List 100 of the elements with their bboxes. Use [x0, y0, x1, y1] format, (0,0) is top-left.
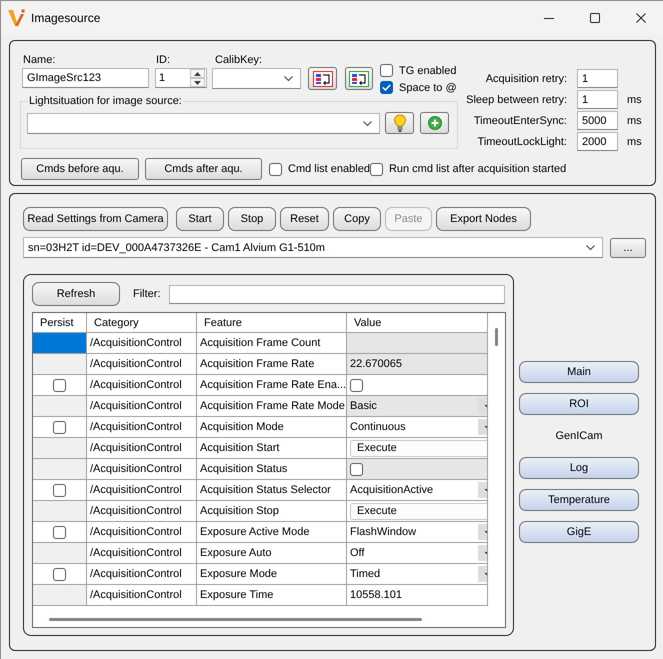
light-button[interactable]	[385, 112, 414, 134]
side-tab[interactable]: Log	[519, 457, 639, 479]
table-cell: /AcquisitionControl	[87, 543, 197, 564]
checkbox[interactable]	[380, 81, 393, 94]
table-cell: Acquisition Frame Rate Mode	[197, 396, 347, 417]
checkbox[interactable]	[370, 162, 383, 176]
checkbox[interactable]	[350, 378, 363, 392]
field-label: CalibKey:	[215, 53, 262, 67]
toolbar-button[interactable]: Read Settings from Camera	[23, 207, 168, 231]
side-tab[interactable]: GenICam	[555, 425, 603, 447]
cell-dropdown[interactable]: AcquisitionActive	[350, 480, 487, 500]
table-cell: Acquisition Stop	[197, 501, 347, 522]
checkbox[interactable]	[53, 526, 66, 538]
spin-down-button[interactable]	[190, 78, 205, 87]
cell-dropdown[interactable]: Basic	[350, 396, 487, 416]
light-situation-dropdown[interactable]	[27, 112, 380, 134]
triangle-up-icon	[194, 72, 201, 76]
scrollbar-thumb[interactable]	[49, 618, 422, 621]
checkbox[interactable]	[380, 64, 393, 77]
column-header: Category	[87, 313, 197, 333]
table-cell: Exposure Auto	[197, 543, 347, 564]
tiles-icon	[349, 70, 369, 86]
toolbar-button[interactable]: Stop	[228, 207, 276, 231]
calib-key-button[interactable]	[345, 67, 373, 90]
toolbar-button[interactable]: Reset	[280, 207, 329, 231]
table-cell: Exposure Active Mode	[197, 522, 347, 543]
checkbox-label[interactable]: Cmd list enabled	[288, 162, 370, 176]
field-label: Name:	[23, 53, 56, 67]
checkbox[interactable]	[53, 484, 66, 496]
toolbar-button[interactable]: Export Nodes	[436, 207, 531, 231]
command-button[interactable]: Cmds before aqu.	[21, 158, 139, 180]
setting-field[interactable]: 5000	[577, 111, 618, 130]
scrollbar-thumb[interactable]	[495, 328, 498, 346]
logo-icon	[8, 9, 26, 27]
chevron-down-icon	[284, 76, 293, 81]
table-cell: 10558.101	[347, 585, 488, 606]
calib-key-button[interactable]	[308, 67, 337, 90]
side-tab[interactable]: Main	[519, 361, 639, 383]
command-button[interactable]: Cmds after aqu.	[145, 158, 262, 180]
refresh-button[interactable]: Refresh	[32, 282, 120, 306]
table-cell: Acquisition Frame Rate Ena...	[197, 375, 347, 396]
setting-label: Acquisition retry:	[486, 72, 567, 86]
id-spinner[interactable]: 1	[155, 68, 207, 88]
checkbox[interactable]	[53, 420, 66, 434]
table-cell: Acquisition Mode	[197, 417, 347, 438]
table-cell: 22.670065	[347, 354, 488, 375]
maximize-icon[interactable]	[590, 13, 600, 23]
table-cell: /AcquisitionControl	[87, 564, 197, 585]
column-header: Persist	[33, 313, 87, 333]
cell-dropdown[interactable]: Off	[350, 544, 487, 562]
checkbox[interactable]	[269, 162, 282, 176]
filter-field[interactable]	[169, 284, 505, 304]
cell-dropdown[interactable]: Timed	[350, 564, 487, 584]
triangle-down-icon	[194, 80, 201, 84]
checkbox[interactable]	[350, 462, 363, 476]
table-cell: /AcquisitionControl	[87, 333, 197, 354]
table-cell: /AcquisitionControl	[87, 354, 197, 375]
setting-field[interactable]: 1	[577, 90, 618, 109]
group-label: Lightsituation for image source:	[28, 94, 183, 108]
toolbar-button[interactable]: Copy	[333, 207, 381, 231]
unit-label: ms	[627, 134, 643, 148]
side-tab[interactable]: GigE	[519, 521, 639, 543]
checkbox-label[interactable]: TG enabled	[399, 64, 456, 78]
calib-key-dropdown[interactable]	[212, 68, 301, 89]
field-label: ID:	[156, 53, 170, 67]
table-cell: Exposure Mode	[197, 564, 347, 585]
table-cell: Acquisition Status Selector	[197, 480, 347, 501]
table-cell: /AcquisitionControl	[87, 522, 197, 543]
checkbox-label[interactable]: Space to @	[399, 80, 457, 94]
side-tab[interactable]: ROI	[519, 393, 639, 415]
name-field[interactable]: GImageSrc123	[22, 68, 149, 88]
table-cell: Exposure Time	[197, 585, 347, 606]
checkbox[interactable]	[53, 378, 66, 392]
table-cell: Acquisition Start	[197, 438, 347, 459]
table-cell: /AcquisitionControl	[87, 459, 197, 480]
setting-field[interactable]: 2000	[577, 132, 618, 151]
spin-up-button[interactable]	[190, 69, 205, 78]
toolbar-button[interactable]: Start	[176, 207, 224, 231]
browse-button[interactable]: ...	[610, 238, 646, 258]
close-icon[interactable]	[636, 13, 646, 23]
chevron-down-icon	[363, 120, 372, 126]
table-cell: /AcquisitionControl	[87, 480, 197, 501]
table-cell: Acquisition Frame Count	[197, 333, 347, 354]
table-cell: /AcquisitionControl	[87, 585, 197, 606]
window-title: Imagesource	[31, 11, 100, 25]
device-dropdown[interactable]: sn=03H2T id=DEV_000A4737326E - Cam1 Alvium G1-510m	[23, 237, 603, 258]
setting-field[interactable]: 1	[577, 69, 618, 88]
checkbox[interactable]	[53, 568, 66, 580]
filter-label: Filter:	[133, 287, 160, 301]
unit-label: ms	[627, 114, 643, 128]
execute-button[interactable]: Execute	[350, 502, 487, 520]
setting-label: TimeoutLockLight:	[478, 134, 567, 148]
cell-dropdown[interactable]: FlashWindow	[350, 522, 487, 542]
add-button[interactable]	[420, 112, 449, 134]
checkbox-label[interactable]: Run cmd list after acquisition started	[388, 162, 566, 176]
cell-dropdown[interactable]: Continuous	[350, 418, 487, 436]
side-tab[interactable]: Temperature	[519, 489, 639, 511]
execute-button[interactable]: Execute	[350, 440, 487, 456]
table-cell: /AcquisitionControl	[87, 375, 197, 396]
table-cell: Acquisition Frame Rate	[197, 354, 347, 375]
